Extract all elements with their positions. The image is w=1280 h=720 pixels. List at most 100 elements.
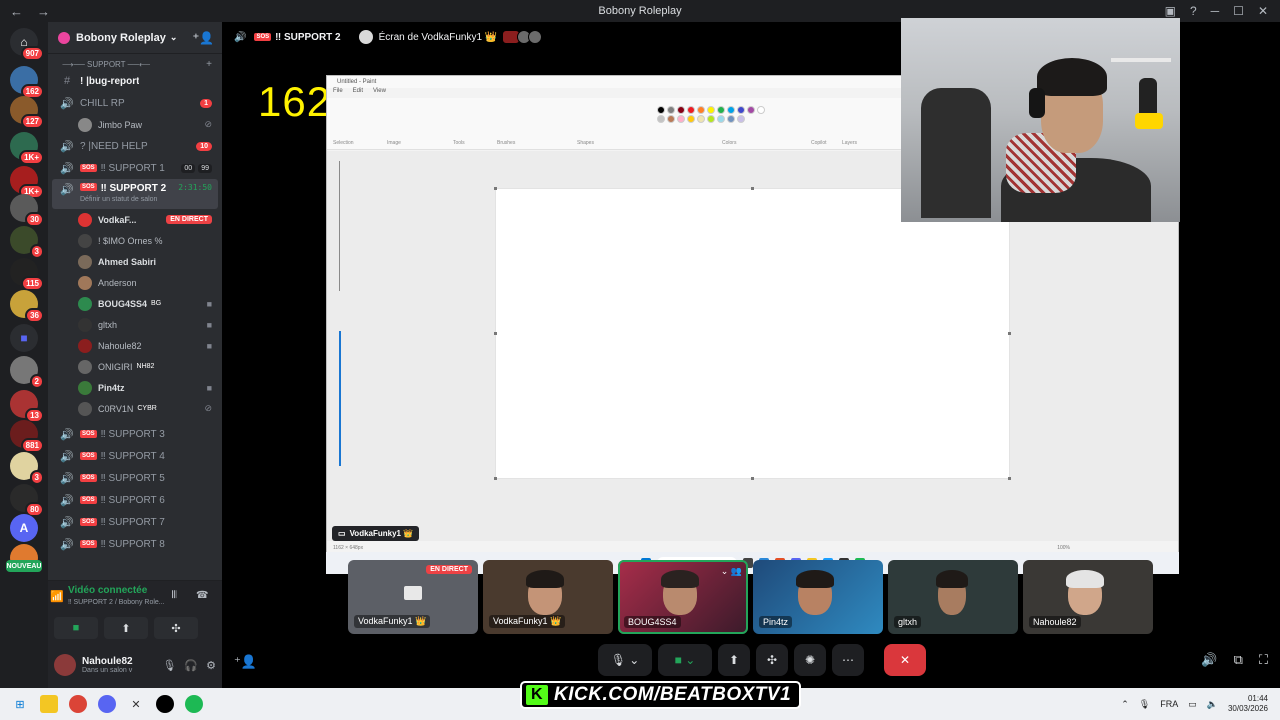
voice-user[interactable]: Ahmed Sabiri xyxy=(48,251,222,272)
language-indicator[interactable]: FRA xyxy=(1160,699,1178,709)
maximize-button[interactable]: ☐ xyxy=(1233,4,1244,18)
channel-support-1[interactable]: 🔊 SOS ‼ SUPPORT 1 00 99 xyxy=(52,157,218,179)
back-arrow-icon[interactable]: ← xyxy=(10,4,23,19)
color-swatch[interactable] xyxy=(747,106,755,114)
microphone-button[interactable]: 🎙 ⌄ xyxy=(598,644,652,676)
color-swatch[interactable] xyxy=(717,106,725,114)
guild-header[interactable]: Bobony Roleplay ⌄ ⁺👤 xyxy=(48,22,222,54)
voice-user[interactable]: Jimbo Paw ⊘ xyxy=(48,114,222,135)
color-swatch[interactable] xyxy=(737,106,745,114)
volume-icon[interactable]: 🔊 xyxy=(1201,652,1217,668)
tile-overlay-controls[interactable]: ⌄ 👥 xyxy=(721,566,742,577)
voice-user[interactable]: ! $IMO Ornes % xyxy=(48,230,222,251)
color-swatch[interactable] xyxy=(717,115,725,123)
obs-icon[interactable] xyxy=(156,695,174,713)
color-swatch[interactable] xyxy=(697,115,705,123)
screen-share-button[interactable]: ⬆ xyxy=(104,617,148,639)
disconnect-button[interactable]: ✕ xyxy=(884,644,926,676)
color-swatch[interactable] xyxy=(757,106,765,114)
channel-status[interactable]: Définir un statut de salon xyxy=(80,196,157,203)
participant-tile[interactable]: Nahoule82 xyxy=(1023,560,1153,634)
channel-support-3[interactable]: 🔊 SOS ‼ SUPPORT 3 xyxy=(52,423,218,445)
microphone-icon[interactable]: 🎙 xyxy=(162,659,176,672)
channel-chill-rp[interactable]: 🔊 CHILL RP 1 xyxy=(52,92,218,114)
signal-icon[interactable]: 📶 xyxy=(50,590,64,603)
noise-suppression-icon[interactable]: 𝄃𝄃 xyxy=(172,590,176,601)
chrome-icon[interactable] xyxy=(69,695,87,713)
voice-user[interactable]: Anderson xyxy=(48,272,222,293)
server-icon[interactable]: 30 xyxy=(10,194,44,227)
server-icon[interactable]: 881 xyxy=(10,420,44,453)
headphones-icon[interactable]: 🎧 xyxy=(184,659,198,672)
network-icon[interactable]: ▭ xyxy=(1188,699,1197,710)
color-swatch[interactable] xyxy=(687,106,695,114)
more-options-button[interactable]: ⋯ xyxy=(832,644,864,676)
chevron-up-icon[interactable]: ⌃ xyxy=(1121,699,1129,710)
channel-support-5[interactable]: 🔊 SOS ‼ SUPPORT 5 xyxy=(52,467,218,489)
minimize-button[interactable]: ─ xyxy=(1211,4,1220,18)
menu-view[interactable]: View xyxy=(373,88,386,98)
color-swatch[interactable] xyxy=(677,115,685,123)
channel-support-2[interactable]: 🔊 SOS ‼ SUPPORT 2 2:31:50 Définir un sta… xyxy=(52,179,218,209)
server-icon[interactable]: 80 xyxy=(10,484,44,517)
activities-button[interactable]: ✣ xyxy=(756,644,788,676)
windows-start-icon[interactable]: ⊞ xyxy=(11,695,29,713)
screen-share-button[interactable]: ⬆ xyxy=(718,644,750,676)
settings-gear-icon[interactable]: ⚙ xyxy=(206,659,216,672)
menu-edit[interactable]: Edit xyxy=(353,88,363,98)
add-channel-icon[interactable]: + xyxy=(206,59,212,70)
color-swatch[interactable] xyxy=(737,115,745,123)
color-swatch[interactable] xyxy=(667,115,675,123)
invite-icon[interactable]: ⁺👤 xyxy=(193,31,214,45)
discord-home-icon[interactable]: ⌂ 907 xyxy=(10,28,44,61)
camera-button[interactable]: ■ ⌄ xyxy=(658,644,712,676)
menu-file[interactable]: File xyxy=(333,88,343,98)
server-icon[interactable]: 3 xyxy=(10,452,44,485)
discord-icon[interactable] xyxy=(98,695,116,713)
capcut-icon[interactable]: ✕ xyxy=(127,695,145,713)
color-swatch[interactable] xyxy=(697,106,705,114)
server-icon[interactable]: A xyxy=(10,514,38,542)
server-icon[interactable]: 36 xyxy=(10,290,44,323)
help-icon[interactable]: ? xyxy=(1190,4,1197,18)
mic-tray-icon[interactable]: 🎙 xyxy=(1139,699,1150,710)
participant-tile[interactable]: ⌄ 👥 BOUG4SS4 xyxy=(618,560,748,634)
channel-need-help[interactable]: 🔊 ? |NEED HELP 10 xyxy=(52,135,218,157)
voice-user[interactable]: VodkaF... EN DIRECT xyxy=(48,209,222,230)
size-slider[interactable] xyxy=(339,161,340,291)
voice-user[interactable]: BOUG4SS4 BG ■ xyxy=(48,293,222,314)
soundboard-button[interactable]: ✺ xyxy=(794,644,826,676)
server-icon[interactable]: 13 xyxy=(10,390,44,423)
opacity-slider[interactable] xyxy=(339,331,341,466)
color-swatch[interactable] xyxy=(657,106,665,114)
server-icon[interactable]: 162 xyxy=(10,66,44,99)
server-icon[interactable]: 2 xyxy=(10,356,44,389)
category-support[interactable]: ⟶── SUPPORT ──⟵ + xyxy=(48,58,222,70)
spotify-icon[interactable] xyxy=(185,695,203,713)
folder-icon[interactable]: ■ xyxy=(10,324,38,352)
server-icon[interactable]: 1K+ xyxy=(10,132,44,165)
voice-user[interactable]: Pin4tz ■ xyxy=(48,377,222,398)
disconnect-icon[interactable]: ☎ xyxy=(196,590,208,601)
channel-support-6[interactable]: 🔊 SOS ‼ SUPPORT 6 xyxy=(52,489,218,511)
voice-status[interactable]: Vidéo connectée xyxy=(68,585,147,596)
activities-button[interactable]: ✣ xyxy=(154,617,198,639)
channel-bug-report[interactable]: # ! |bug-report xyxy=(52,70,218,92)
channel-support-7[interactable]: 🔊 SOS ‼ SUPPORT 7 xyxy=(52,511,218,533)
channel-support-8[interactable]: 🔊 SOS ‼ SUPPORT 8 xyxy=(52,533,218,555)
color-swatch[interactable] xyxy=(657,115,665,123)
voice-user[interactable]: gltxh ■ xyxy=(48,314,222,335)
server-icon[interactable]: 115 xyxy=(10,258,44,291)
inbox-icon[interactable]: ▣ xyxy=(1165,4,1176,18)
camera-button[interactable]: ■ xyxy=(54,617,98,639)
popout-icon[interactable]: ⧉ xyxy=(1234,652,1243,668)
clock[interactable]: 01:44 30/03/2026 xyxy=(1228,694,1268,714)
color-swatch[interactable] xyxy=(707,115,715,123)
volume-tray-icon[interactable]: 🔈 xyxy=(1207,699,1218,710)
server-icon[interactable]: 127 xyxy=(10,96,44,129)
color-swatch[interactable] xyxy=(707,106,715,114)
voice-user[interactable]: ONIGIRI NH82 xyxy=(48,356,222,377)
forward-arrow-icon[interactable]: → xyxy=(37,4,50,19)
participant-tile[interactable]: gltxh xyxy=(888,560,1018,634)
avatar[interactable] xyxy=(54,654,76,676)
